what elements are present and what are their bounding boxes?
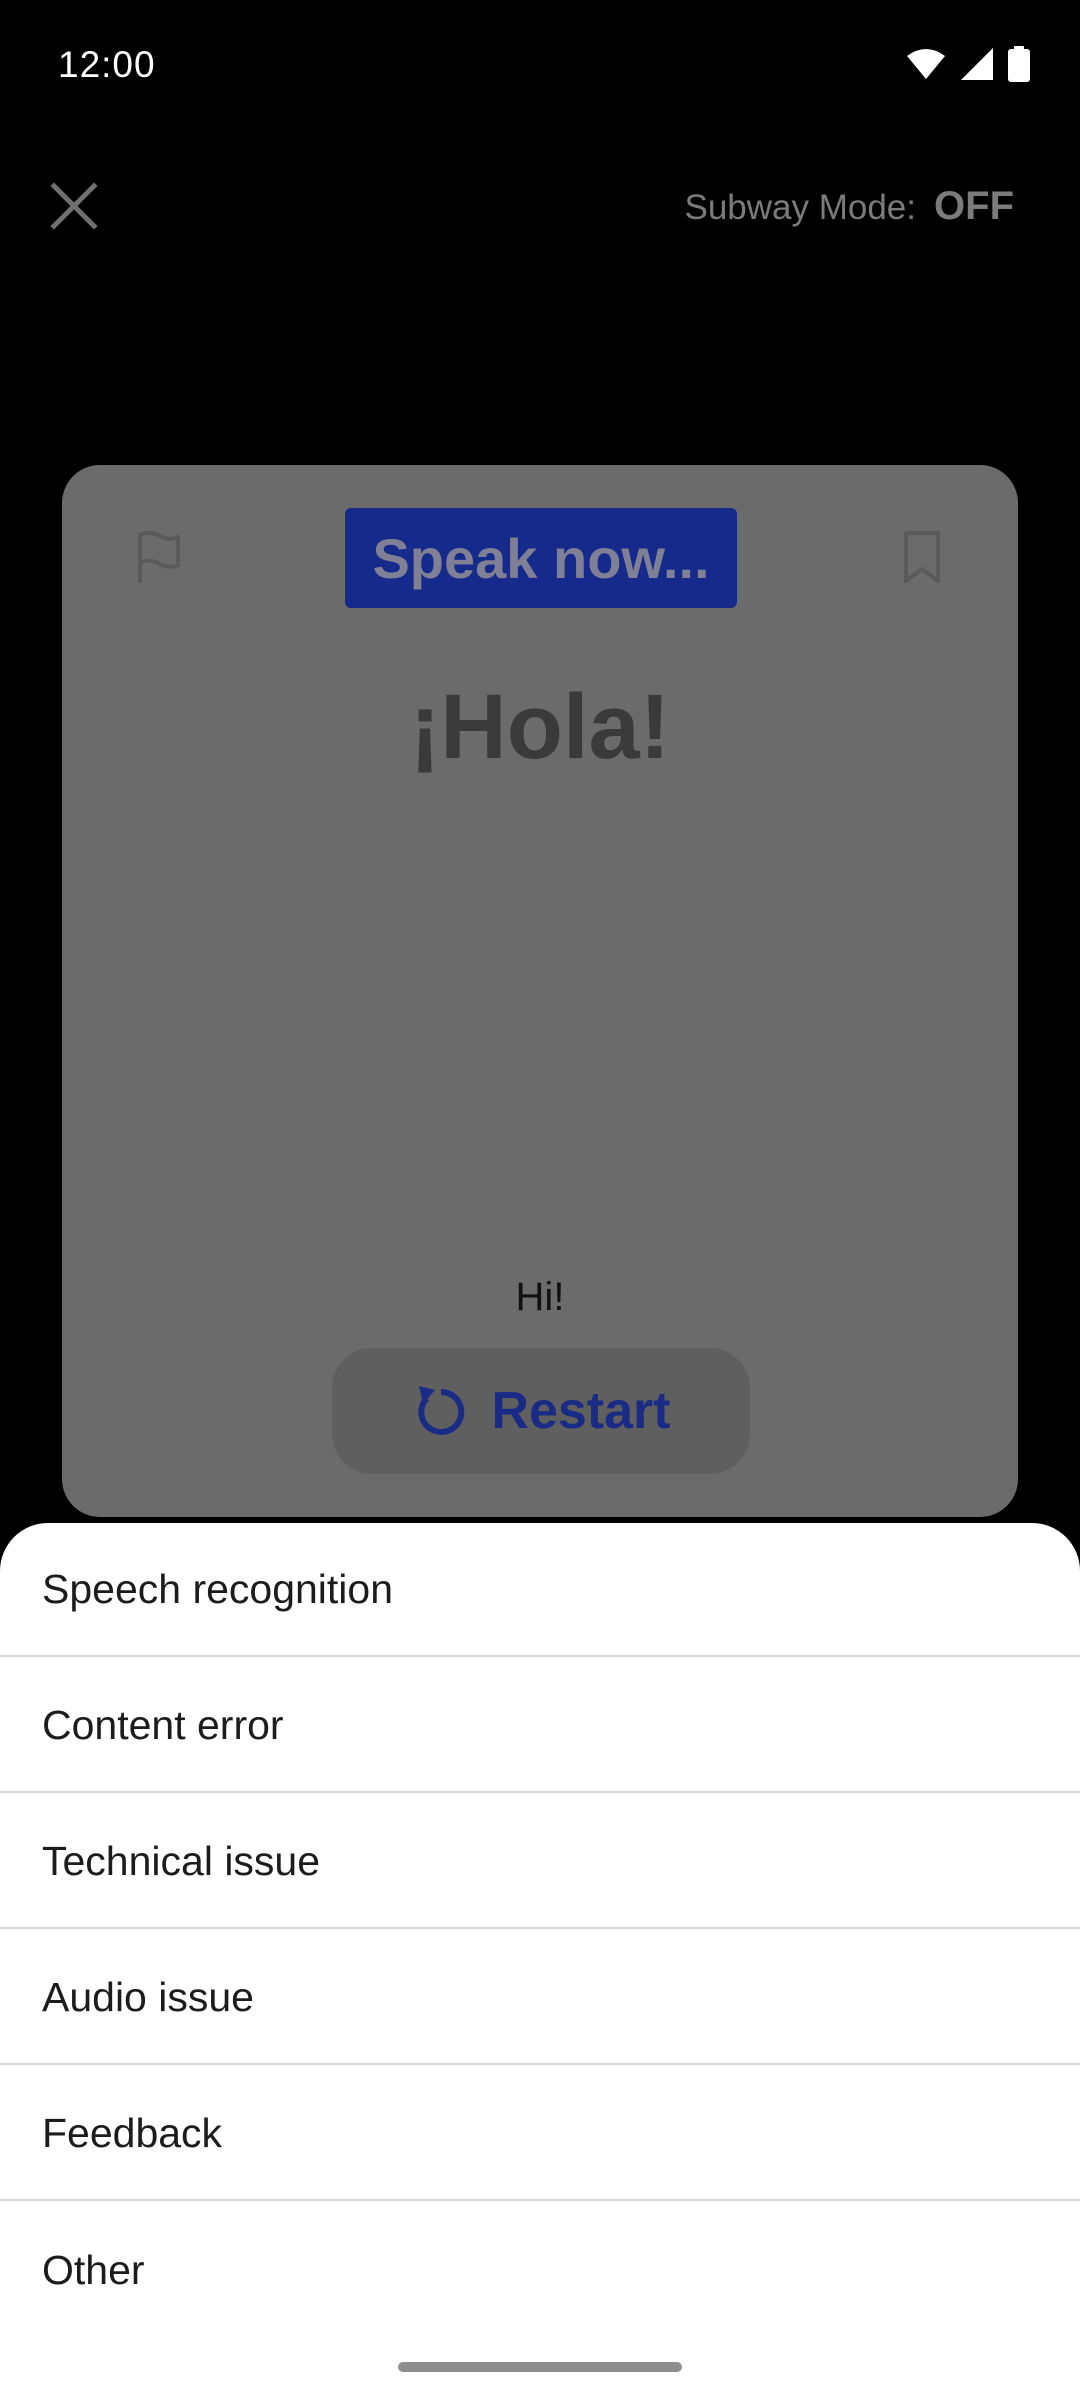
prompt-text: ¡Hola! bbox=[409, 676, 671, 778]
wifi-icon bbox=[907, 49, 945, 79]
restart-label: Restart bbox=[491, 1382, 671, 1440]
close-icon bbox=[50, 182, 98, 230]
restart-icon bbox=[418, 1386, 465, 1435]
subway-mode-label: Subway Mode: bbox=[684, 188, 917, 227]
report-bottom-sheet: Speech recognition Content error Technic… bbox=[0, 1523, 1080, 2400]
sheet-item-content-error[interactable]: Content error bbox=[0, 1659, 1080, 1793]
bookmark-icon bbox=[904, 531, 940, 583]
sheet-item-other[interactable]: Other bbox=[0, 2203, 1080, 2337]
bookmark-button[interactable] bbox=[892, 527, 952, 587]
home-indicator[interactable] bbox=[398, 2362, 682, 2372]
status-bar: 12:00 bbox=[0, 0, 1080, 130]
status-time: 12:00 bbox=[58, 44, 156, 85]
translation-text: Hi! bbox=[515, 1275, 565, 1319]
exercise-card: Speak now... ¡Hola! Hi! Restart bbox=[62, 465, 1018, 1517]
restart-button[interactable]: Restart bbox=[332, 1348, 750, 1474]
subway-mode-toggle[interactable]: Subway Mode: OFF bbox=[684, 184, 1014, 229]
sheet-item-speech-recognition[interactable]: Speech recognition bbox=[0, 1523, 1080, 1657]
speak-now-chip: Speak now... bbox=[345, 508, 737, 608]
battery-icon bbox=[1008, 46, 1030, 82]
sheet-item-audio-issue[interactable]: Audio issue bbox=[0, 1931, 1080, 2065]
sheet-item-technical-issue[interactable]: Technical issue bbox=[0, 1795, 1080, 1929]
signal-icon bbox=[961, 48, 993, 80]
screen: 12:00 Subway Mode: OFF Speak now... ¡Hol… bbox=[0, 0, 1080, 2400]
close-button[interactable] bbox=[44, 176, 104, 236]
flag-button[interactable] bbox=[128, 527, 188, 587]
flag-icon bbox=[138, 530, 180, 583]
status-icons bbox=[906, 46, 1030, 82]
sheet-item-feedback[interactable]: Feedback bbox=[0, 2067, 1080, 2201]
subway-mode-value: OFF bbox=[934, 184, 1014, 228]
